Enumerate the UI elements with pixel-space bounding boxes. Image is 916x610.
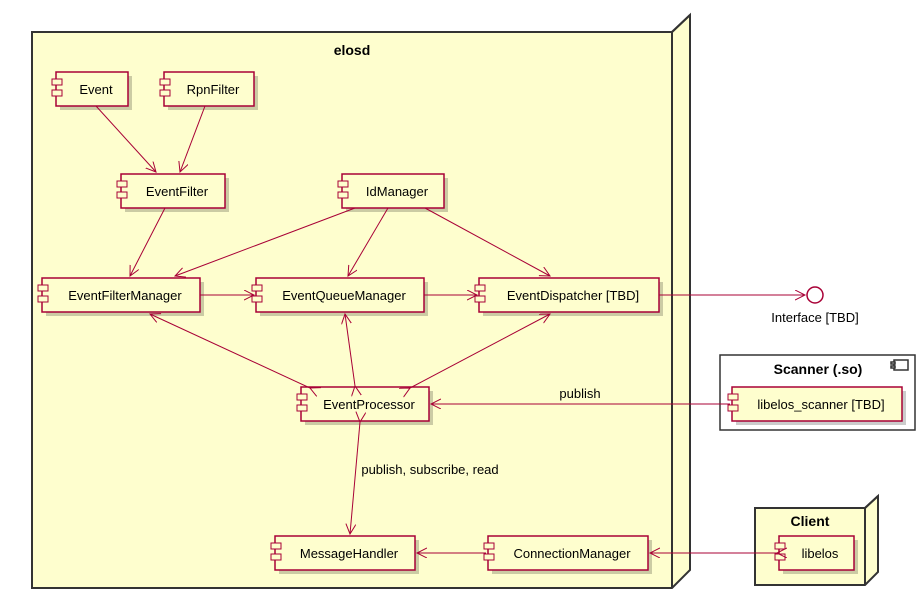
component-messagehandler: MessageHandler bbox=[271, 536, 419, 574]
interface-label: Interface [TBD] bbox=[771, 310, 858, 325]
component-eventprocessor-label: EventProcessor bbox=[323, 397, 415, 412]
component-eventfilter-label: EventFilter bbox=[146, 184, 209, 199]
container-elosd-title: elosd bbox=[334, 42, 371, 58]
component-eventqueuemanager-label: EventQueueManager bbox=[282, 288, 406, 303]
component-diagram: elosd Scanner (.so) Client Event RpnFilt… bbox=[10, 10, 916, 600]
component-rpnfilter-label: RpnFilter bbox=[187, 82, 240, 97]
edge-ep-mh-label: publish, subscribe, read bbox=[361, 462, 498, 477]
component-libelos: libelos bbox=[775, 536, 858, 574]
component-eventfiltermanager-label: EventFilterManager bbox=[68, 288, 182, 303]
interface-node: Interface [TBD] bbox=[771, 287, 858, 325]
component-event: Event bbox=[52, 72, 132, 110]
component-libelos-scanner-label: libelos_scanner [TBD] bbox=[757, 397, 884, 412]
component-eventprocessor: EventProcessor bbox=[297, 387, 433, 425]
component-connectionmanager-label: ConnectionManager bbox=[513, 546, 631, 561]
component-event-label: Event bbox=[79, 82, 113, 97]
container-client-title: Client bbox=[791, 513, 830, 529]
component-rpnfilter: RpnFilter bbox=[160, 72, 258, 110]
component-eventdispatcher: EventDispatcher [TBD] bbox=[475, 278, 663, 316]
component-libelos-label: libelos bbox=[802, 546, 839, 561]
component-eventfiltermanager: EventFilterManager bbox=[38, 278, 204, 316]
component-idmanager: IdManager bbox=[338, 174, 448, 212]
component-idmanager-label: IdManager bbox=[366, 184, 429, 199]
edge-scanner-ep-label: publish bbox=[559, 386, 600, 401]
component-libelos-scanner: libelos_scanner [TBD] bbox=[728, 387, 906, 425]
component-eventfilter: EventFilter bbox=[117, 174, 229, 212]
component-eventdispatcher-label: EventDispatcher [TBD] bbox=[507, 288, 639, 303]
component-messagehandler-label: MessageHandler bbox=[300, 546, 399, 561]
component-eventqueuemanager: EventQueueManager bbox=[252, 278, 428, 316]
component-connectionmanager: ConnectionManager bbox=[484, 536, 652, 574]
container-scanner-title: Scanner (.so) bbox=[774, 361, 863, 377]
